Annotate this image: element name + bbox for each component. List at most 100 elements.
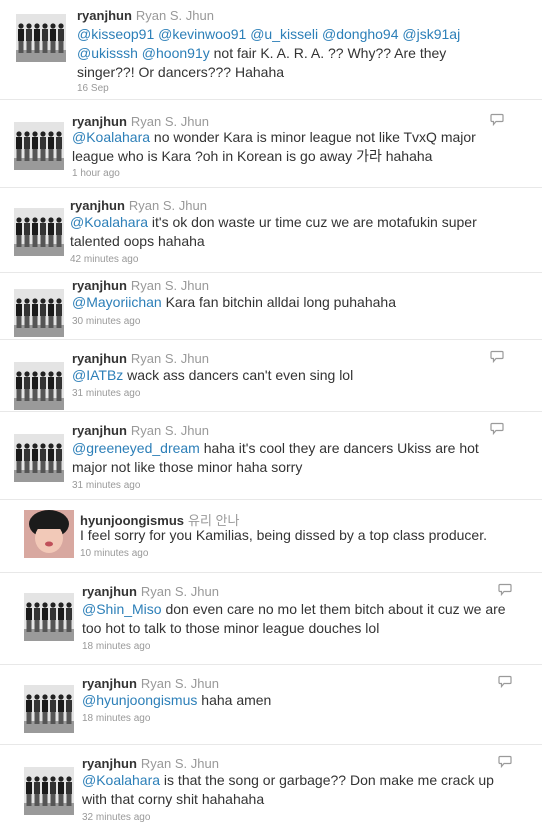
mention-link[interactable]: @IATBz — [72, 367, 123, 383]
tweet-item: ryanjhun Ryan S. Jhun @greeneyed_dream ha… — [0, 412, 542, 500]
timestamp[interactable]: 31 minutes ago — [72, 480, 140, 491]
group-photo-icon — [14, 434, 64, 482]
mention-link[interactable]: @kevinwoo91 — [158, 26, 246, 42]
realname: Ryan S. Jhun — [135, 8, 214, 23]
mention-link[interactable]: @Shin_Miso — [82, 601, 162, 617]
avatar[interactable] — [14, 434, 64, 482]
mention-link[interactable]: @ukisssh — [77, 45, 138, 61]
realname: Ryan S. Jhun — [140, 584, 219, 599]
username[interactable]: ryanjhun — [72, 423, 127, 438]
tweet-text-line: talented oops hahaha — [70, 232, 477, 251]
tweet-text-line: @Koalahara no wonder Kara is minor leagu… — [72, 128, 476, 147]
tweet-text-segment: haha it's cool they are dancers Ukiss ar… — [199, 440, 479, 456]
tweet-item: hyunjoongismus 유리 안나 I feel sorry for you… — [0, 500, 542, 573]
tweet-text-segment: talented oops hahaha — [70, 233, 205, 249]
mention-link[interactable]: @Koalahara — [70, 214, 148, 230]
tweet-text-segment: with that corny shit hahahaha — [82, 791, 265, 807]
reply-icon[interactable] — [498, 675, 512, 688]
tweet-text-line: @Koalahara it's ok don waste ur time cuz… — [70, 213, 477, 232]
realname: Ryan S. Jhun — [130, 423, 209, 438]
username[interactable]: ryanjhun — [82, 676, 137, 691]
speech-bubble-icon — [498, 755, 512, 768]
group-photo-icon — [14, 362, 64, 410]
reply-icon[interactable] — [498, 583, 512, 596]
tweet-text-line: @Koalahara is that the song or garbage??… — [82, 771, 494, 790]
tweet-text-segment: wack ass dancers can't even sing lol — [123, 367, 354, 383]
avatar[interactable] — [14, 122, 64, 170]
tweet-text: @Shin_Miso don even care no mo let them … — [82, 600, 506, 638]
timestamp[interactable]: 31 minutes ago — [72, 388, 140, 399]
mention-link[interactable]: @u_kisseli — [250, 26, 318, 42]
tweet-text-line: too hot to talk to those minor league do… — [82, 619, 506, 638]
mention-link[interactable]: @hyunjoongismus — [82, 692, 197, 708]
tweet-text-line: @kisseop91 @kevinwoo91 @u_kisseli @dongh… — [77, 25, 460, 44]
speech-bubble-icon — [490, 422, 504, 435]
reply-icon[interactable] — [490, 113, 504, 126]
avatar[interactable] — [24, 593, 74, 641]
username[interactable]: ryanjhun — [72, 278, 127, 293]
tweet-text-line: I feel sorry for you Kamilias, being dis… — [80, 526, 487, 545]
group-photo-icon — [24, 593, 74, 641]
mention-link[interactable]: @dongho94 — [322, 26, 399, 42]
avatar[interactable] — [14, 289, 64, 337]
reply-icon[interactable] — [490, 422, 504, 435]
reply-icon[interactable] — [490, 350, 504, 363]
person-photo-icon — [24, 510, 74, 558]
realname: Ryan S. Jhun — [130, 114, 209, 129]
tweet-text-segment: is that the song or garbage?? Don make m… — [160, 772, 494, 788]
realname: Ryan S. Jhun — [130, 278, 209, 293]
tweet-item: ryanjhun Ryan S. Jhun @Koalahara is that … — [0, 745, 542, 838]
group-photo-icon — [14, 122, 64, 170]
group-photo-icon — [24, 767, 74, 815]
group-photo-icon — [24, 685, 74, 733]
timestamp[interactable]: 16 Sep — [77, 83, 109, 94]
tweet-text-segment: singer??! Or dancers??? Hahaha — [77, 64, 285, 80]
mention-link[interactable]: @greeneyed_dream — [72, 440, 200, 456]
tweet-text-line: @Shin_Miso don even care no mo let them … — [82, 600, 506, 619]
username[interactable]: ryanjhun — [72, 351, 127, 366]
tweet-text-line: @IATBz wack ass dancers can't even sing … — [72, 366, 353, 385]
tweet-text-segment: it's ok don waste ur time cuz we are mot… — [148, 214, 477, 230]
timestamp[interactable]: 18 minutes ago — [82, 713, 150, 724]
tweet-text-segment: Kara fan bitchin alldai long puhahaha — [161, 294, 396, 310]
tweet-text: @Koalahara it's ok don waste ur time cuz… — [70, 213, 477, 251]
reply-icon[interactable] — [498, 755, 512, 768]
avatar[interactable] — [24, 767, 74, 815]
tweet-text-line: league who is Kara ?oh in Korean is go a… — [72, 147, 476, 166]
username[interactable]: ryanjhun — [77, 8, 132, 23]
username[interactable]: ryanjhun — [70, 198, 125, 213]
tweet-text: @hyunjoongismus haha amen — [82, 691, 271, 710]
tweet-text: @Koalahara no wonder Kara is minor leagu… — [72, 128, 476, 166]
timestamp[interactable]: 18 minutes ago — [82, 641, 150, 652]
group-photo-icon — [16, 14, 66, 62]
timestamp[interactable]: 42 minutes ago — [70, 254, 138, 265]
timestamp[interactable]: 30 minutes ago — [72, 316, 140, 327]
realname: Ryan S. Jhun — [140, 676, 219, 691]
mention-link[interactable]: @Koalahara — [82, 772, 160, 788]
mention-link[interactable]: @Koalahara — [72, 129, 150, 145]
avatar[interactable] — [16, 14, 66, 62]
tweet-text: @Mayoriichan Kara fan bitchin alldai lon… — [72, 293, 396, 312]
mention-link[interactable]: @Mayoriichan — [72, 294, 162, 310]
username[interactable]: ryanjhun — [82, 756, 137, 771]
avatar[interactable] — [24, 510, 74, 558]
tweet-text: I feel sorry for you Kamilias, being dis… — [80, 526, 487, 545]
realname: Ryan S. Jhun — [130, 351, 209, 366]
username[interactable]: ryanjhun — [82, 584, 137, 599]
timestamp[interactable]: 10 minutes ago — [80, 548, 148, 559]
speech-bubble-icon — [490, 350, 504, 363]
mention-link[interactable]: @hoon91y — [142, 45, 210, 61]
mention-link[interactable]: @kisseop91 — [77, 26, 154, 42]
tweet-text-segment: haha amen — [197, 692, 272, 708]
avatar[interactable] — [14, 208, 64, 256]
tweet-text-segment: too hot to talk to those minor league do… — [82, 620, 380, 636]
timestamp[interactable]: 1 hour ago — [72, 168, 120, 179]
speech-bubble-icon — [490, 113, 504, 126]
avatar[interactable] — [14, 362, 64, 410]
username[interactable]: ryanjhun — [72, 114, 127, 129]
timestamp[interactable]: 32 minutes ago — [82, 812, 150, 823]
tweet-text: @greeneyed_dream haha it's cool they are… — [72, 439, 479, 477]
mention-link[interactable]: @jsk91aj — [402, 26, 460, 42]
avatar[interactable] — [24, 685, 74, 733]
tweet-text-line: @greeneyed_dream haha it's cool they are… — [72, 439, 479, 458]
